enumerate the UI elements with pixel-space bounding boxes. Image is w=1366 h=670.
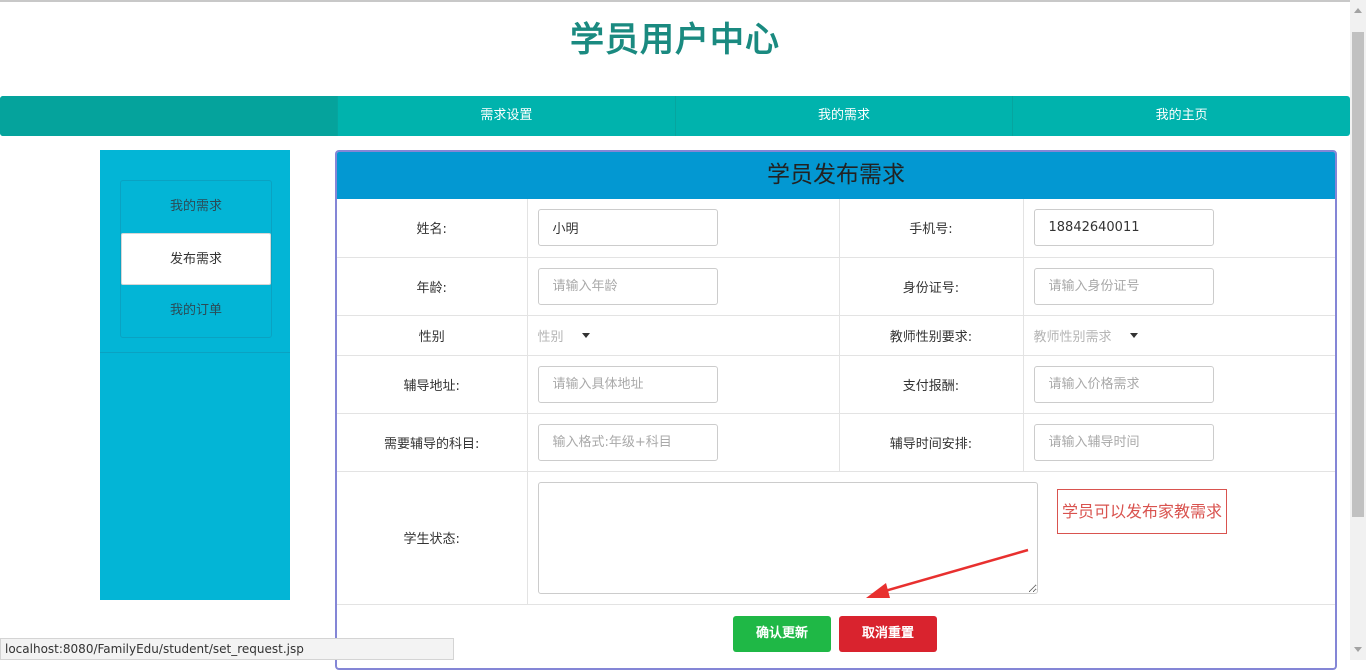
teacher-gender-label: 教师性别要求:: [839, 315, 1024, 356]
subject-input[interactable]: [537, 423, 718, 461]
id-number-label: 身份证号:: [839, 257, 1024, 316]
sidebar-item-publish-request[interactable]: 发布需求: [121, 233, 271, 285]
name-label: 姓名:: [337, 199, 528, 258]
top-navbar: 需求设置 我的需求 我的主页: [0, 96, 1350, 136]
form-row: 辅导地址: 支付报酬:: [337, 355, 1335, 414]
pay-input[interactable]: [1033, 365, 1214, 403]
confirm-update-button[interactable]: 确认更新: [733, 616, 831, 652]
phone-label: 手机号:: [839, 199, 1024, 258]
scroll-up-icon[interactable]: [1354, 8, 1362, 13]
form-title: 学员发布需求: [337, 152, 1335, 199]
name-input[interactable]: [537, 209, 718, 247]
page-title: 学员用户中心: [570, 20, 780, 60]
annotation-note: 学员可以发布家教需求: [1057, 489, 1227, 534]
scrollbar-thumb[interactable]: [1352, 32, 1364, 517]
arrow-icon: [866, 548, 1029, 598]
navbar-brand-area: [0, 96, 337, 136]
form-row: 姓名: 手机号:: [337, 199, 1335, 258]
sidebar-item-my-requests[interactable]: 我的需求: [121, 181, 271, 233]
sidebar: 我的需求 发布需求 我的订单: [100, 150, 290, 600]
request-form-panel: 学员发布需求 姓名: 手机号: 年龄: 身份证号: 性别 性别 教师性别要求: [335, 150, 1337, 670]
pay-label: 支付报酬:: [839, 355, 1024, 414]
request-form-table: 姓名: 手机号: 年龄: 身份证号: 性别 性别 教师性别要求: 教师性别需求: [337, 199, 1335, 605]
phone-input[interactable]: [1033, 209, 1214, 247]
gender-select-value: 性别: [537, 329, 564, 345]
age-input[interactable]: [537, 267, 718, 305]
sidebar-menu: 我的需求 发布需求 我的订单: [120, 180, 272, 338]
caret-down-icon: [581, 332, 590, 338]
browser-status-url: localhost:8080/FamilyEdu/student/set_req…: [0, 638, 454, 660]
caret-down-icon: [1129, 332, 1138, 338]
teacher-gender-select-value: 教师性别需求: [1033, 329, 1112, 345]
sidebar-item-my-orders[interactable]: 我的订单: [121, 285, 271, 337]
sidebar-divider: [100, 352, 290, 353]
browser-top-border: [0, 0, 1366, 2]
teacher-gender-select[interactable]: 教师性别需求: [1034, 326, 1138, 345]
form-actions: 确认更新 取消重置: [733, 616, 937, 652]
time-label: 辅导时间安排:: [839, 413, 1024, 472]
vertical-scrollbar[interactable]: [1350, 0, 1366, 660]
form-row: 需要辅导的科目: 辅导时间安排:: [337, 413, 1335, 472]
form-row: 年龄: 身份证号:: [337, 257, 1335, 316]
gender-select[interactable]: 性别: [538, 326, 590, 345]
nav-item-request-settings[interactable]: 需求设置: [337, 96, 675, 136]
address-label: 辅导地址:: [337, 355, 528, 414]
id-number-input[interactable]: [1033, 267, 1214, 305]
age-label: 年龄:: [337, 257, 528, 316]
address-input[interactable]: [537, 365, 718, 403]
gender-label: 性别: [337, 315, 528, 356]
status-label: 学生状态:: [337, 471, 528, 605]
scroll-down-icon[interactable]: [1354, 647, 1362, 652]
subject-label: 需要辅导的科目:: [337, 413, 528, 472]
time-input[interactable]: [1033, 423, 1214, 461]
nav-item-my-requests[interactable]: 我的需求: [674, 96, 1013, 136]
nav-item-my-home[interactable]: 我的主页: [1012, 96, 1350, 136]
form-row: 性别 性别 教师性别要求: 教师性别需求: [337, 315, 1335, 356]
cancel-reset-button[interactable]: 取消重置: [839, 616, 937, 652]
